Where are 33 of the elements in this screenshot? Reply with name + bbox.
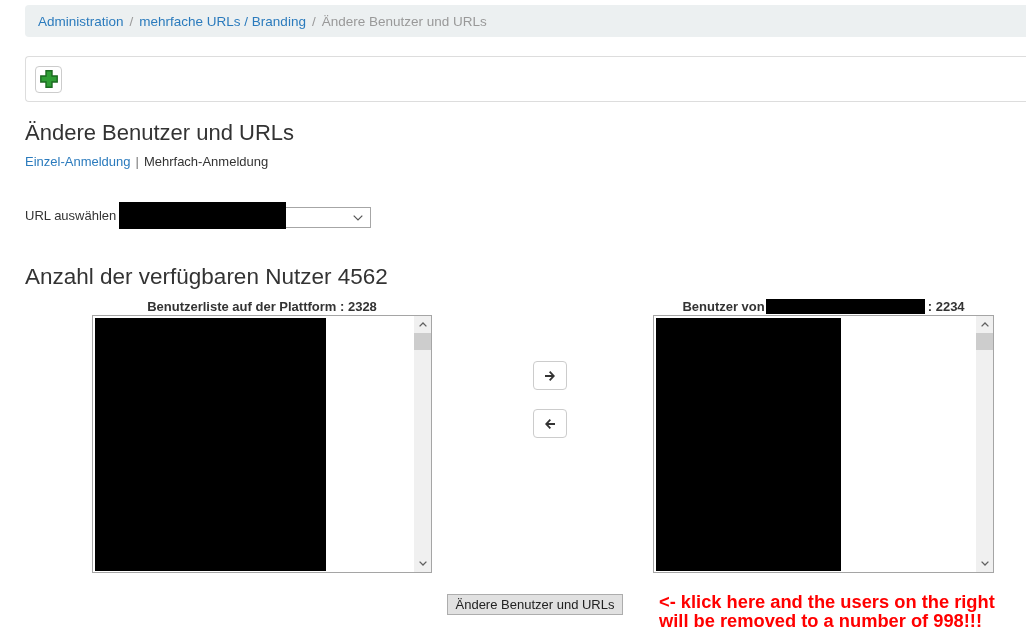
user-listbox[interactable]	[653, 315, 994, 573]
chevron-up-icon	[418, 322, 427, 327]
arrow-left-icon	[545, 418, 555, 429]
move-left-button[interactable]	[533, 409, 567, 438]
annotation-note: <- klick here and the users on the right will be removed to a number of 998!!!	[659, 592, 995, 630]
list-title: Benutzer von	[682, 298, 765, 314]
link-separator: |	[134, 154, 140, 169]
submit-button[interactable]: Ändere Benutzer und URLs	[447, 594, 623, 615]
plus-icon	[39, 70, 58, 88]
breadcrumb-separator: /	[310, 13, 317, 29]
breadcrumb-link[interactable]: Administration	[38, 13, 124, 29]
chevron-down-icon	[980, 561, 989, 566]
chevron-up-icon	[980, 322, 989, 327]
chevron-down-icon	[418, 561, 427, 566]
list-title: : 2234	[927, 298, 965, 314]
login-mode-current: Mehrfach-Anmeldung	[143, 154, 269, 169]
scrollbar[interactable]	[976, 316, 993, 572]
add-button[interactable]	[35, 65, 62, 93]
list-title: Benutzerliste auf der Plattform : 2328	[147, 298, 377, 314]
user-listbox[interactable]	[92, 315, 432, 573]
chevron-down-icon	[353, 214, 363, 221]
scrollbar[interactable]	[414, 316, 431, 572]
move-right-button[interactable]	[533, 361, 567, 390]
breadcrumb-separator: /	[128, 13, 135, 29]
arrow-right-icon	[545, 370, 555, 381]
login-mode-link[interactable]: Einzel-Anmeldung	[25, 154, 131, 169]
breadcrumb-current: Ändere Benutzer und URLs	[321, 13, 487, 29]
breadcrumb-link[interactable]: mehrfache URLs / Branding	[139, 13, 306, 29]
url-select-label: URL auswählen	[25, 208, 118, 224]
page-title: Ändere Benutzer und URLs	[25, 120, 295, 146]
user-count-heading: Anzahl der verfügbaren Nutzer 4562	[25, 264, 388, 290]
scrollbar-thumb[interactable]	[414, 333, 431, 350]
scrollbar-thumb[interactable]	[976, 333, 993, 350]
